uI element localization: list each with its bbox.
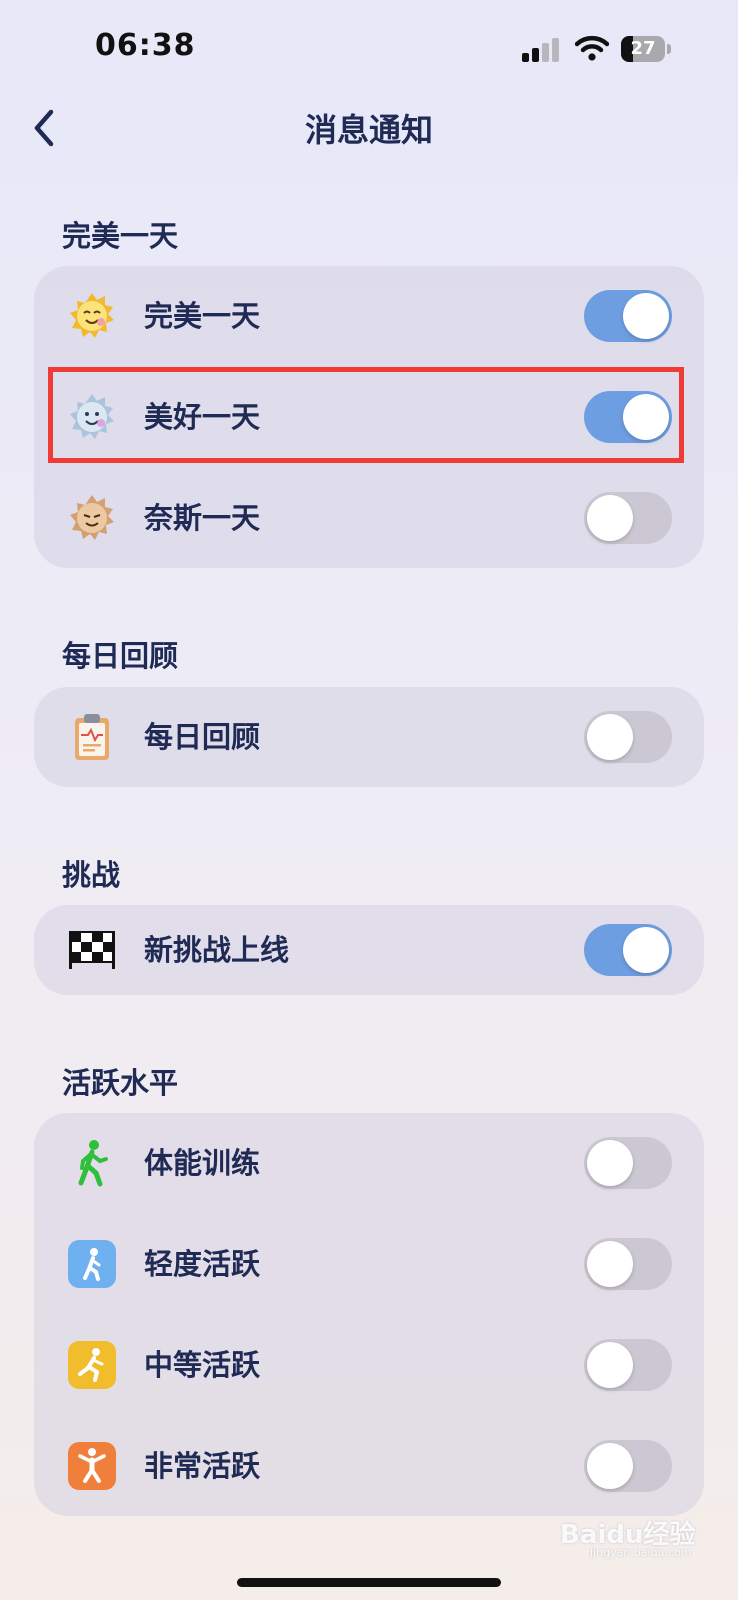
cellular-signal-icon: [522, 38, 559, 62]
clipboard-icon: [68, 713, 116, 761]
group-activity-level: 体能训练 轻度活跃 中等活跃 非常活跃: [34, 1113, 704, 1516]
list-item: 轻度活跃: [34, 1214, 704, 1314]
item-label: 奈斯一天: [144, 501, 261, 535]
checkered-flag-icon: [68, 926, 116, 974]
group-daily-review: 每日回顾: [34, 687, 704, 787]
toggle-switch[interactable]: [584, 1238, 672, 1290]
item-label: 轻度活跃: [144, 1247, 261, 1281]
status-bar: 06:38 27: [0, 0, 738, 100]
item-label: 新挑战上线: [144, 933, 290, 967]
section-title-daily-review: 每日回顾: [62, 639, 179, 673]
item-label: 非常活跃: [144, 1449, 261, 1483]
toggle-switch[interactable]: [584, 1440, 672, 1492]
item-label: 每日回顾: [144, 720, 261, 754]
battery-icon: 27: [621, 36, 673, 62]
sun-face-tan-icon: [68, 494, 116, 542]
toggle-switch[interactable]: [584, 290, 672, 342]
list-item: 每日回顾: [34, 687, 704, 787]
toggle-switch[interactable]: [584, 924, 672, 976]
list-item: 奈斯一天: [34, 468, 704, 568]
sun-face-yellow-icon: [68, 292, 116, 340]
wifi-icon: [575, 35, 609, 61]
nav-bar: 消息通知: [0, 95, 738, 165]
item-label: 体能训练: [144, 1146, 261, 1180]
section-title-activity-level: 活跃水平: [62, 1066, 179, 1100]
battery-percent: 27: [630, 38, 656, 59]
walking-badge-blue-icon: [68, 1240, 116, 1288]
list-item: 新挑战上线: [34, 905, 704, 995]
list-item: 完美一天: [34, 266, 704, 366]
walking-figure-icon: [68, 1139, 116, 1187]
item-label: 中等活跃: [144, 1348, 261, 1382]
watermark: Baidu经验 jingyan.baidu.com: [560, 1514, 695, 1559]
list-item: 中等活跃: [34, 1315, 704, 1415]
page-title: 消息通知: [304, 111, 433, 149]
running-badge-yellow-icon: [68, 1341, 116, 1389]
list-item: 体能训练: [34, 1113, 704, 1213]
section-title-perfect-day: 完美一天: [62, 219, 179, 253]
item-label: 完美一天: [144, 299, 261, 333]
toggle-switch[interactable]: [584, 1339, 672, 1391]
group-challenge: 新挑战上线: [34, 905, 704, 995]
toggle-switch[interactable]: [584, 492, 672, 544]
toggle-switch[interactable]: [584, 1137, 672, 1189]
toggle-switch[interactable]: [584, 711, 672, 763]
watermark-url: jingyan.baidu.com: [590, 1546, 692, 1559]
home-indicator[interactable]: [237, 1578, 501, 1587]
highlight-box: [48, 367, 684, 463]
section-title-challenge: 挑战: [62, 858, 121, 892]
list-item: 非常活跃: [34, 1416, 704, 1516]
status-time: 06:38: [95, 28, 196, 63]
exercise-badge-orange-icon: [68, 1442, 116, 1490]
